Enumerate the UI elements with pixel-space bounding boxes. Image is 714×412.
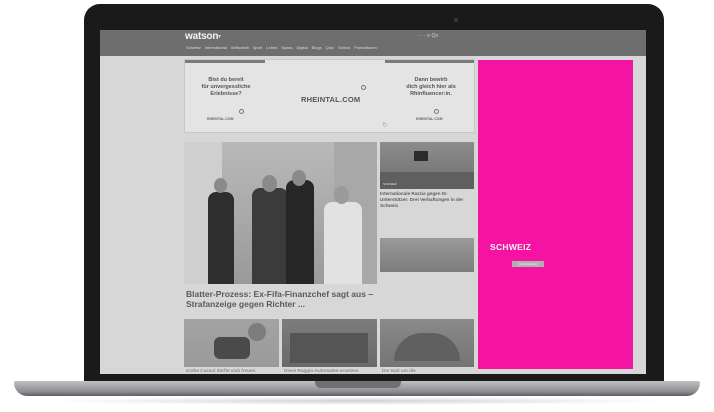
bottom-teaser-title[interactable]: Diese Raggio-Automaten ersetzen bbox=[284, 368, 359, 373]
brand-logo-icon bbox=[434, 109, 439, 114]
portrait-inset bbox=[248, 323, 266, 341]
bottom-teaser-title[interactable]: Der Nati um die bbox=[382, 368, 416, 373]
ad-right-text: Dann bewirb dich gleich hier als Rhinflu… bbox=[406, 77, 456, 97]
main-article-image[interactable] bbox=[184, 142, 377, 284]
header-tools[interactable]: · · · ≡ Q≡ bbox=[418, 33, 438, 39]
main-article-title[interactable]: Blatter-Prozess: Ex-Fifa-Finanzchef sagt… bbox=[186, 289, 378, 309]
cow-figure bbox=[214, 337, 250, 359]
nav-item-videos[interactable]: Videos bbox=[338, 45, 350, 50]
macbook-mockup: watson ▾ · · · ≡ Q≡ Schweiz Internationa… bbox=[0, 0, 714, 412]
person-figure bbox=[252, 188, 288, 284]
bottom-teaser-image[interactable] bbox=[380, 319, 474, 367]
person-head bbox=[214, 178, 227, 193]
flag-icon bbox=[414, 151, 428, 161]
person-head bbox=[334, 186, 349, 204]
ad-stripe bbox=[185, 60, 265, 63]
camera-icon bbox=[454, 18, 458, 22]
bottom-teaser-title[interactable]: Krähe Cassul dürfte sich freuen bbox=[186, 368, 255, 373]
ad-small-brand-left: RHEINTAL.COM bbox=[207, 117, 234, 121]
teaser-ground bbox=[380, 172, 474, 189]
refresh-icon[interactable]: ↻ bbox=[382, 121, 388, 129]
person-figure bbox=[286, 180, 314, 284]
parliament-figure bbox=[394, 333, 460, 361]
ad-left-text: Bist du bereit für unvergessliche Erlebn… bbox=[201, 77, 251, 97]
nav-item-quiz[interactable]: Quiz bbox=[326, 45, 334, 50]
nav-item-promotionen[interactable]: Promotionen bbox=[354, 45, 377, 50]
site-logo[interactable]: watson bbox=[185, 31, 218, 42]
nav-item-schweiz[interactable]: Schweiz bbox=[186, 45, 201, 50]
teaser-badge: SCHWEIZ bbox=[381, 182, 399, 186]
ad-banner[interactable]: Bist du bereit für unvergessliche Erlebn… bbox=[184, 59, 475, 133]
laptop-notch bbox=[315, 381, 401, 388]
nav-item-sport[interactable]: Sport bbox=[253, 45, 263, 50]
ad-stripe bbox=[385, 60, 474, 63]
person-head bbox=[262, 175, 277, 192]
bottom-teaser-image[interactable] bbox=[184, 319, 279, 367]
teaser-image-schweiz[interactable] bbox=[380, 238, 474, 272]
ad-small-brand-right: RHEINTAL.COM bbox=[416, 117, 443, 121]
schweiz-label: SCHWEIZ bbox=[490, 242, 532, 252]
person-figure bbox=[208, 192, 234, 284]
nav-item-blogs[interactable]: Blogs bbox=[312, 45, 322, 50]
bottom-teaser-image[interactable] bbox=[282, 319, 377, 367]
laptop-screen: watson ▾ · · · ≡ Q≡ Schweiz Internationa… bbox=[100, 30, 646, 374]
nav-item-spass[interactable]: Spass bbox=[281, 45, 292, 50]
schweiz-button[interactable]: ANSCHAUEN bbox=[512, 261, 544, 267]
nav-item-digital[interactable]: Digital bbox=[297, 45, 308, 50]
nav-item-wirtschaft[interactable]: Wirtschaft bbox=[231, 45, 249, 50]
person-head bbox=[292, 170, 306, 186]
brand-logo-icon bbox=[361, 85, 366, 90]
teaser-title[interactable]: Internationale Razzia gegen IS-Unterstüt… bbox=[380, 191, 475, 209]
chevron-down-icon[interactable]: ▾ bbox=[218, 33, 221, 40]
laptop-shadow bbox=[40, 397, 674, 405]
site-header: watson ▾ · · · ≡ Q≡ Schweiz Internationa… bbox=[100, 30, 646, 56]
side-advertisement[interactable] bbox=[478, 60, 633, 369]
brand-logo-icon bbox=[239, 109, 244, 114]
machines-figure bbox=[290, 333, 368, 363]
main-nav: Schweiz International Wirtschaft Sport L… bbox=[186, 45, 377, 50]
nav-item-international[interactable]: International bbox=[205, 45, 227, 50]
nav-item-leben[interactable]: Leben bbox=[266, 45, 277, 50]
ad-brand: RHEINTAL.COM bbox=[301, 95, 361, 104]
person-figure bbox=[324, 202, 362, 284]
